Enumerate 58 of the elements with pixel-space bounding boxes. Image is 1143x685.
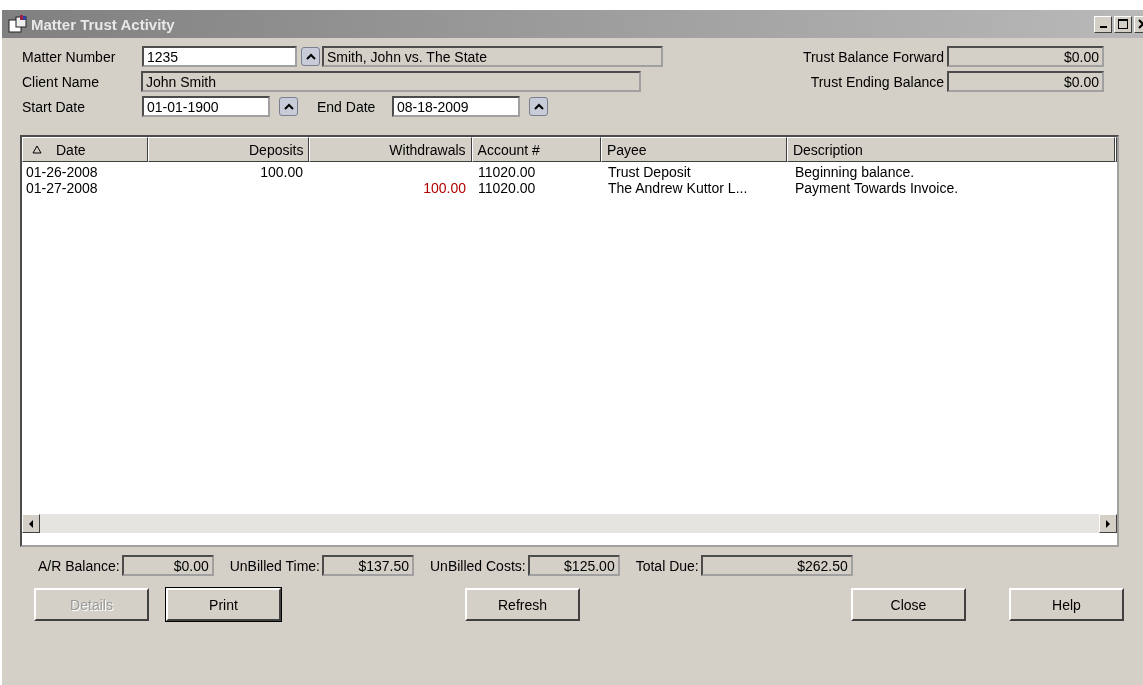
minimize-button[interactable] (1094, 15, 1112, 33)
date-picker-button[interactable] (279, 97, 298, 116)
table-cell-text: Beginning balance. (794, 164, 916, 180)
table-cell-text: 01-26-2008 (25, 164, 99, 180)
field-label: End Date (317, 98, 377, 115)
maximize-icon (1118, 19, 1128, 29)
left-arrow-icon (28, 519, 34, 528)
lookup-button[interactable] (301, 47, 320, 66)
total-label: Total Due: (635, 557, 699, 574)
matter-number-field[interactable]: 1235 (142, 46, 297, 67)
table-cell-text: Trust Deposit (607, 164, 692, 180)
column-header[interactable]: Description (786, 137, 1115, 162)
total-field: $262.50 (700, 555, 853, 576)
date-picker-button[interactable] (529, 97, 548, 116)
help-button[interactable]: Help (1009, 588, 1124, 621)
table-cell-text: 100.00 (422, 180, 467, 196)
column-header[interactable]: Payee (600, 137, 787, 162)
caret-up-icon (283, 102, 294, 111)
right-arrow-icon (1105, 519, 1111, 528)
refresh-button[interactable]: Refresh (465, 588, 580, 621)
horizontal-scrollbar[interactable] (22, 514, 1117, 533)
scroll-left-button[interactable] (22, 514, 40, 533)
client-name-field: John Smith (141, 71, 641, 92)
total-field: $0.00 (121, 555, 214, 576)
column-header[interactable]: Account # (471, 137, 601, 162)
field-label: Trust Ending Balance (810, 73, 944, 90)
table-cell-text: 100.00 (259, 164, 304, 180)
app-icon (8, 15, 28, 33)
balance-field: $0.00 (947, 71, 1104, 92)
minimize-icon (1099, 26, 1107, 28)
table-cell-text: 11020.00 (477, 164, 537, 180)
table-cell-text: 01-27-2008 (25, 180, 99, 196)
print-button[interactable]: Print (166, 588, 281, 621)
column-header[interactable]: Withdrawals (309, 137, 472, 162)
caret-up-icon (305, 52, 316, 61)
window-title: Matter Trust Activity (31, 15, 175, 33)
scroll-right-button[interactable] (1099, 514, 1117, 533)
total-label: UnBilled Time: (229, 557, 320, 574)
balance-field: $0.00 (947, 46, 1104, 67)
column-header[interactable]: Date (22, 137, 149, 162)
table-cell-text: The Andrew Kuttor L... (607, 180, 749, 196)
caret-up-icon (533, 102, 544, 111)
maximize-button[interactable] (1114, 15, 1132, 33)
total-label: A/R Balance: (38, 557, 120, 574)
field-label: Matter Number (22, 48, 117, 65)
field-label: Start Date (22, 98, 87, 115)
date-field[interactable]: 01-01-1900 (142, 96, 270, 117)
close-button[interactable]: Close (851, 588, 966, 621)
table-cell-text: 11020.00 (477, 180, 537, 196)
matter-name-field: Smith, John vs. The State (322, 46, 663, 67)
date-field[interactable]: 08-18-2009 (392, 96, 520, 117)
field-label: Client Name (22, 73, 101, 90)
field-label: Trust Balance Forward (802, 48, 944, 65)
total-field: $125.00 (527, 555, 620, 576)
total-label: UnBilled Costs: (430, 557, 526, 574)
column-header[interactable]: Deposits (148, 137, 310, 162)
total-field: $137.50 (322, 555, 414, 576)
table-cell-text: Payment Towards Invoice. (794, 180, 960, 196)
